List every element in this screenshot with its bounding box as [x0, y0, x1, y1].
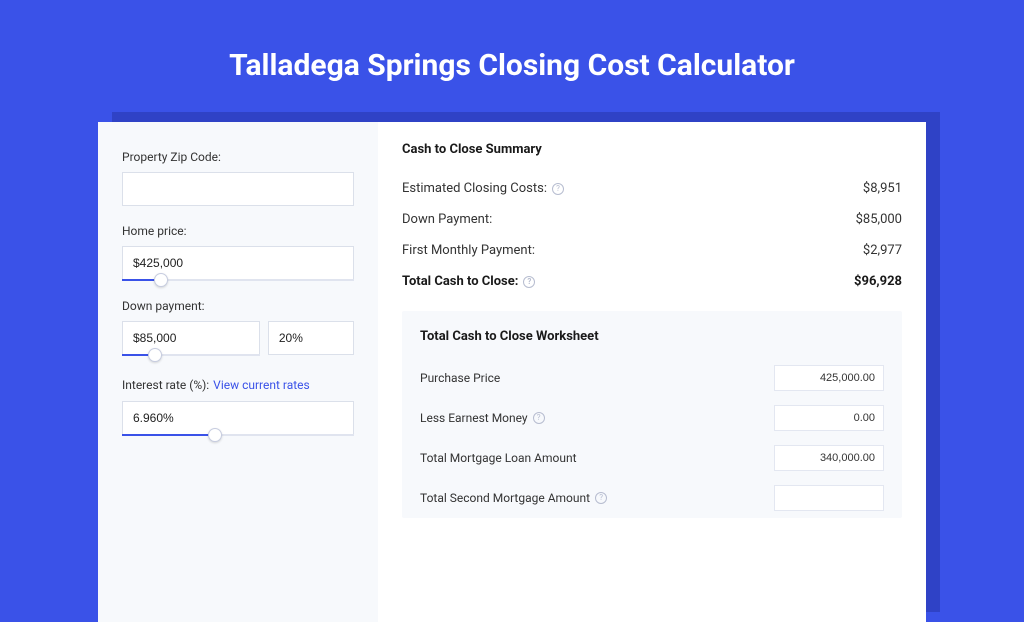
summary-row-first-monthly: First Monthly Payment: $2,977: [402, 235, 902, 266]
worksheet-row-second-mortgage: Total Second Mortgage Amount ?: [420, 478, 884, 518]
summary-row-down-payment: Down Payment: $85,000: [402, 204, 902, 235]
calculator-card: Property Zip Code: Home price: Down paym…: [98, 122, 926, 622]
worksheet-row-loan-amount: Total Mortgage Loan Amount: [420, 438, 884, 478]
help-icon[interactable]: ?: [523, 276, 535, 288]
worksheet-row-purchase-price: Purchase Price: [420, 358, 884, 398]
view-rates-link[interactable]: View current rates: [213, 378, 310, 392]
zip-group: Property Zip Code:: [122, 150, 354, 206]
worksheet-label: Less Earnest Money: [420, 411, 528, 425]
summary-label-text: Down Payment:: [402, 212, 492, 227]
zip-label: Property Zip Code:: [122, 150, 354, 164]
summary-row-closing-costs: Estimated Closing Costs: ? $8,951: [402, 173, 902, 204]
home-price-slider[interactable]: [122, 279, 354, 281]
down-payment-pct-input[interactable]: [268, 321, 354, 355]
summary-value: $2,977: [863, 243, 902, 258]
summary-value: $85,000: [856, 212, 902, 227]
worksheet-label: Purchase Price: [420, 371, 500, 385]
worksheet-title: Total Cash to Close Worksheet: [420, 329, 884, 344]
interest-slider-fill: [122, 434, 215, 436]
interest-slider[interactable]: [122, 434, 354, 436]
summary-value: $8,951: [863, 181, 902, 196]
summary-label-text: First Monthly Payment:: [402, 243, 535, 258]
down-payment-slider-thumb[interactable]: [148, 348, 162, 362]
help-icon[interactable]: ?: [533, 412, 545, 424]
home-price-group: Home price:: [122, 224, 354, 281]
worksheet-input-loan-amount[interactable]: [774, 445, 884, 471]
down-payment-label: Down payment:: [122, 299, 354, 313]
summary-row-total: Total Cash to Close: ? $96,928: [402, 266, 902, 297]
summary-total-value: $96,928: [854, 274, 902, 289]
summary-total-label: Total Cash to Close:: [402, 274, 518, 289]
worksheet-row-earnest-money: Less Earnest Money ?: [420, 398, 884, 438]
zip-input[interactable]: [122, 172, 354, 206]
down-payment-slider[interactable]: [122, 354, 260, 356]
worksheet-input-earnest-money[interactable]: [774, 405, 884, 431]
page-title: Talladega Springs Closing Cost Calculato…: [0, 0, 1024, 107]
summary-label-text: Estimated Closing Costs:: [402, 181, 547, 196]
down-payment-input[interactable]: [122, 321, 260, 355]
interest-group: Interest rate (%): View current rates: [122, 374, 354, 436]
worksheet-input-purchase-price[interactable]: [774, 365, 884, 391]
worksheet-panel: Total Cash to Close Worksheet Purchase P…: [402, 311, 902, 518]
down-payment-group: Down payment:: [122, 299, 354, 356]
help-icon[interactable]: ?: [552, 183, 564, 195]
results-panel: Cash to Close Summary Estimated Closing …: [378, 122, 926, 622]
interest-label: Interest rate (%):: [122, 378, 209, 392]
interest-slider-thumb[interactable]: [208, 428, 222, 442]
inputs-sidebar: Property Zip Code: Home price: Down paym…: [98, 122, 378, 622]
worksheet-label: Total Second Mortgage Amount: [420, 491, 590, 505]
help-icon[interactable]: ?: [595, 492, 607, 504]
interest-input[interactable]: [122, 401, 354, 435]
worksheet-label: Total Mortgage Loan Amount: [420, 451, 577, 465]
home-price-slider-thumb[interactable]: [154, 273, 168, 287]
worksheet-input-second-mortgage[interactable]: [774, 485, 884, 511]
summary-title: Cash to Close Summary: [402, 142, 902, 157]
home-price-label: Home price:: [122, 224, 354, 238]
